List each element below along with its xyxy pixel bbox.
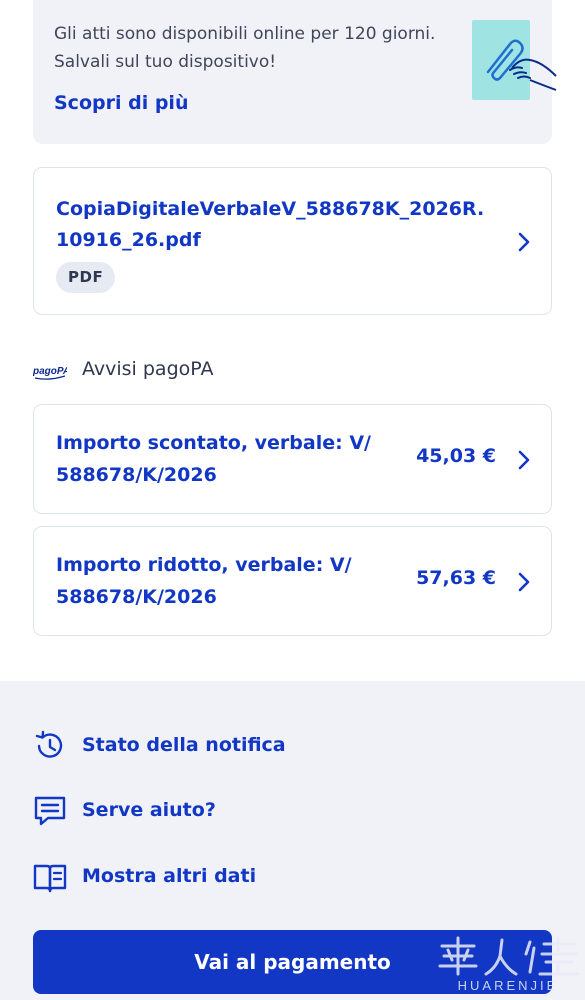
notice-amount: 57,63 € — [416, 567, 496, 589]
history-icon — [35, 730, 63, 758]
section-title: Avvisi pagoPA — [82, 358, 214, 380]
payment-notice-item[interactable]: Importo ridotto, verbale: V/ 588678/K/20… — [33, 526, 552, 636]
file-type-badge: PDF — [56, 262, 116, 293]
notice-amount: 45,03 € — [416, 445, 496, 467]
info-banner-text: Gli atti sono disponibili online per 120… — [54, 24, 436, 72]
pagopa-logo: pagoPA — [33, 366, 67, 380]
notice-label: Importo ridotto, verbale: V/ 588678/K/20… — [56, 554, 352, 608]
chevron-right-icon — [518, 232, 530, 252]
book-icon — [33, 864, 67, 893]
learn-more-link[interactable]: Scopri di più — [54, 92, 188, 114]
pagopa-logo-text: pagoPA — [33, 366, 67, 377]
paperclip-hand-illustration — [472, 20, 557, 100]
notice-label: Importo scontato, verbale: V/ 588678/K/2… — [56, 432, 371, 486]
watermark-glyphs — [438, 936, 580, 976]
chat-icon — [34, 796, 66, 826]
chevron-right-icon — [518, 572, 530, 592]
document-filename: CopiaDigitaleVerbaleV_588678K_2026R.1091… — [56, 198, 485, 251]
action-label: Serve aiuto? — [82, 799, 216, 821]
action-label: Mostra altri dati — [82, 865, 257, 887]
chevron-right-icon — [518, 450, 530, 470]
watermark: HUARENJIE — [434, 932, 582, 996]
document-card[interactable]: CopiaDigitaleVerbaleV_588678K_2026R.1091… — [33, 167, 552, 315]
info-banner: Gli atti sono disponibili online per 120… — [33, 0, 557, 144]
payment-notice-item[interactable]: Importo scontato, verbale: V/ 588678/K/2… — [33, 404, 552, 514]
watermark-text: HUARENJIE — [457, 978, 559, 993]
action-label: Stato della notifica — [82, 734, 286, 756]
